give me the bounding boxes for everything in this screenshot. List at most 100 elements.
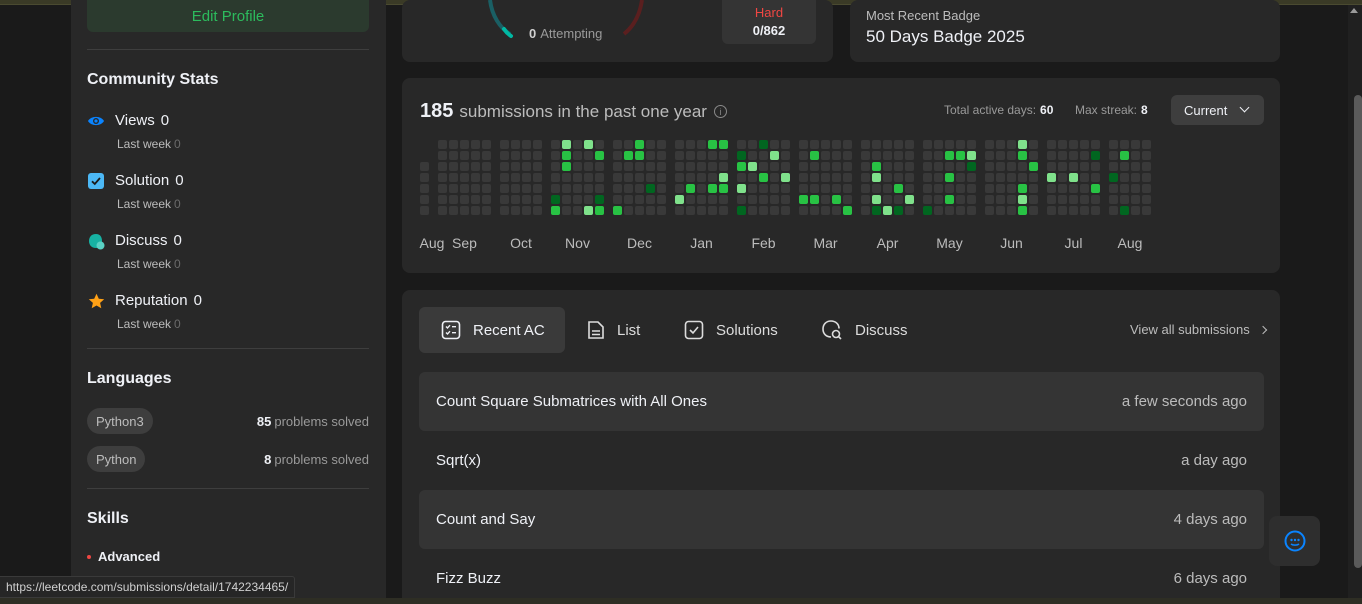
heatmap-day-cell[interactable] (821, 140, 830, 149)
heatmap-day-cell[interactable] (810, 184, 819, 193)
heatmap-day-cell[interactable] (635, 140, 644, 149)
heatmap-day-cell[interactable] (781, 206, 790, 215)
heatmap-day-cell[interactable] (522, 184, 531, 193)
heatmap-day-cell[interactable] (460, 151, 469, 160)
heatmap-day-cell[interactable] (770, 206, 779, 215)
heatmap-day-cell[interactable] (996, 206, 1005, 215)
tab-solutions[interactable]: Solutions (662, 307, 798, 353)
heatmap-day-cell[interactable] (613, 195, 622, 204)
heatmap-day-cell[interactable] (1109, 151, 1118, 160)
heatmap-day-cell[interactable] (759, 206, 768, 215)
heatmap-day-cell[interactable] (533, 206, 542, 215)
heatmap-day-cell[interactable] (551, 206, 560, 215)
heatmap-day-cell[interactable] (872, 206, 881, 215)
heatmap-day-cell[interactable] (719, 206, 728, 215)
heatmap-day-cell[interactable] (832, 140, 841, 149)
heatmap-day-cell[interactable] (533, 151, 542, 160)
heatmap-day-cell[interactable] (511, 162, 520, 171)
heatmap-day-cell[interactable] (821, 195, 830, 204)
heatmap-day-cell[interactable] (883, 195, 892, 204)
heatmap-day-cell[interactable] (945, 184, 954, 193)
heatmap-day-cell[interactable] (573, 151, 582, 160)
heatmap-day-cell[interactable] (500, 195, 509, 204)
heatmap-day-cell[interactable] (482, 184, 491, 193)
heatmap-day-cell[interactable] (675, 195, 684, 204)
heatmap-day-cell[interactable] (996, 151, 1005, 160)
heatmap-day-cell[interactable] (522, 140, 531, 149)
heatmap-day-cell[interactable] (1047, 206, 1056, 215)
submission-row[interactable]: Sqrt(x) a day ago (419, 431, 1264, 490)
heatmap-day-cell[interactable] (613, 140, 622, 149)
heatmap-day-cell[interactable] (1120, 162, 1129, 171)
heatmap-day-cell[interactable] (1029, 162, 1038, 171)
heatmap-day-cell[interactable] (573, 173, 582, 182)
heatmap-day-cell[interactable] (449, 195, 458, 204)
heatmap-day-cell[interactable] (686, 173, 695, 182)
heatmap-day-cell[interactable] (511, 151, 520, 160)
heatmap-day-cell[interactable] (799, 140, 808, 149)
heatmap-day-cell[interactable] (905, 162, 914, 171)
heatmap-day-cell[interactable] (675, 173, 684, 182)
heatmap-day-cell[interactable] (1047, 184, 1056, 193)
heatmap-day-cell[interactable] (883, 206, 892, 215)
heatmap-day-cell[interactable] (985, 184, 994, 193)
heatmap-day-cell[interactable] (482, 195, 491, 204)
heatmap-day-cell[interactable] (843, 140, 852, 149)
heatmap-day-cell[interactable] (500, 162, 509, 171)
heatmap-day-cell[interactable] (573, 206, 582, 215)
heatmap-day-cell[interactable] (471, 151, 480, 160)
language-tag[interactable]: Python (87, 446, 146, 472)
heatmap-day-cell[interactable] (1080, 162, 1089, 171)
heatmap-day-cell[interactable] (748, 140, 757, 149)
heatmap-day-cell[interactable] (748, 195, 757, 204)
heatmap-day-cell[interactable] (686, 206, 695, 215)
heatmap-day-cell[interactable] (438, 195, 447, 204)
heatmap-day-cell[interactable] (708, 173, 717, 182)
heatmap-day-cell[interactable] (533, 195, 542, 204)
info-icon[interactable]: i (713, 105, 727, 118)
heatmap-day-cell[interactable] (1109, 184, 1118, 193)
heatmap-day-cell[interactable] (1029, 140, 1038, 149)
heatmap-day-cell[interactable] (686, 195, 695, 204)
heatmap-day-cell[interactable] (985, 151, 994, 160)
heatmap-day-cell[interactable] (584, 140, 593, 149)
heatmap-day-cell[interactable] (967, 140, 976, 149)
heatmap-day-cell[interactable] (511, 195, 520, 204)
heatmap-day-cell[interactable] (438, 206, 447, 215)
heatmap-day-cell[interactable] (1018, 151, 1027, 160)
heatmap-day-cell[interactable] (697, 195, 706, 204)
heatmap-day-cell[interactable] (737, 140, 746, 149)
page-scrollbar-thumb[interactable] (1354, 95, 1362, 568)
heatmap-day-cell[interactable] (1029, 195, 1038, 204)
heatmap-day-cell[interactable] (883, 151, 892, 160)
language-tag[interactable]: Python3 (87, 408, 153, 434)
heatmap-day-cell[interactable] (708, 140, 717, 149)
heatmap-day-cell[interactable] (500, 184, 509, 193)
heatmap-day-cell[interactable] (1058, 151, 1067, 160)
heatmap-day-cell[interactable] (945, 140, 954, 149)
heatmap-day-cell[interactable] (945, 162, 954, 171)
heatmap-day-cell[interactable] (482, 162, 491, 171)
heatmap-day-cell[interactable] (781, 195, 790, 204)
heatmap-day-cell[interactable] (861, 206, 870, 215)
heatmap-day-cell[interactable] (1029, 173, 1038, 182)
heatmap-day-cell[interactable] (471, 140, 480, 149)
heatmap-day-cell[interactable] (967, 162, 976, 171)
heatmap-day-cell[interactable] (832, 184, 841, 193)
heatmap-day-cell[interactable] (799, 206, 808, 215)
heatmap-day-cell[interactable] (832, 195, 841, 204)
heatmap-day-cell[interactable] (562, 173, 571, 182)
heatmap-day-cell[interactable] (1047, 195, 1056, 204)
heatmap-day-cell[interactable] (1131, 162, 1140, 171)
heatmap-day-cell[interactable] (697, 206, 706, 215)
heatmap-day-cell[interactable] (781, 140, 790, 149)
heatmap-day-cell[interactable] (923, 173, 932, 182)
heatmap-day-cell[interactable] (551, 184, 560, 193)
heatmap-day-cell[interactable] (843, 195, 852, 204)
heatmap-day-cell[interactable] (1091, 206, 1100, 215)
heatmap-day-cell[interactable] (449, 173, 458, 182)
heatmap-day-cell[interactable] (708, 206, 717, 215)
heatmap-day-cell[interactable] (1069, 162, 1078, 171)
heatmap-day-cell[interactable] (595, 195, 604, 204)
heatmap-day-cell[interactable] (449, 140, 458, 149)
